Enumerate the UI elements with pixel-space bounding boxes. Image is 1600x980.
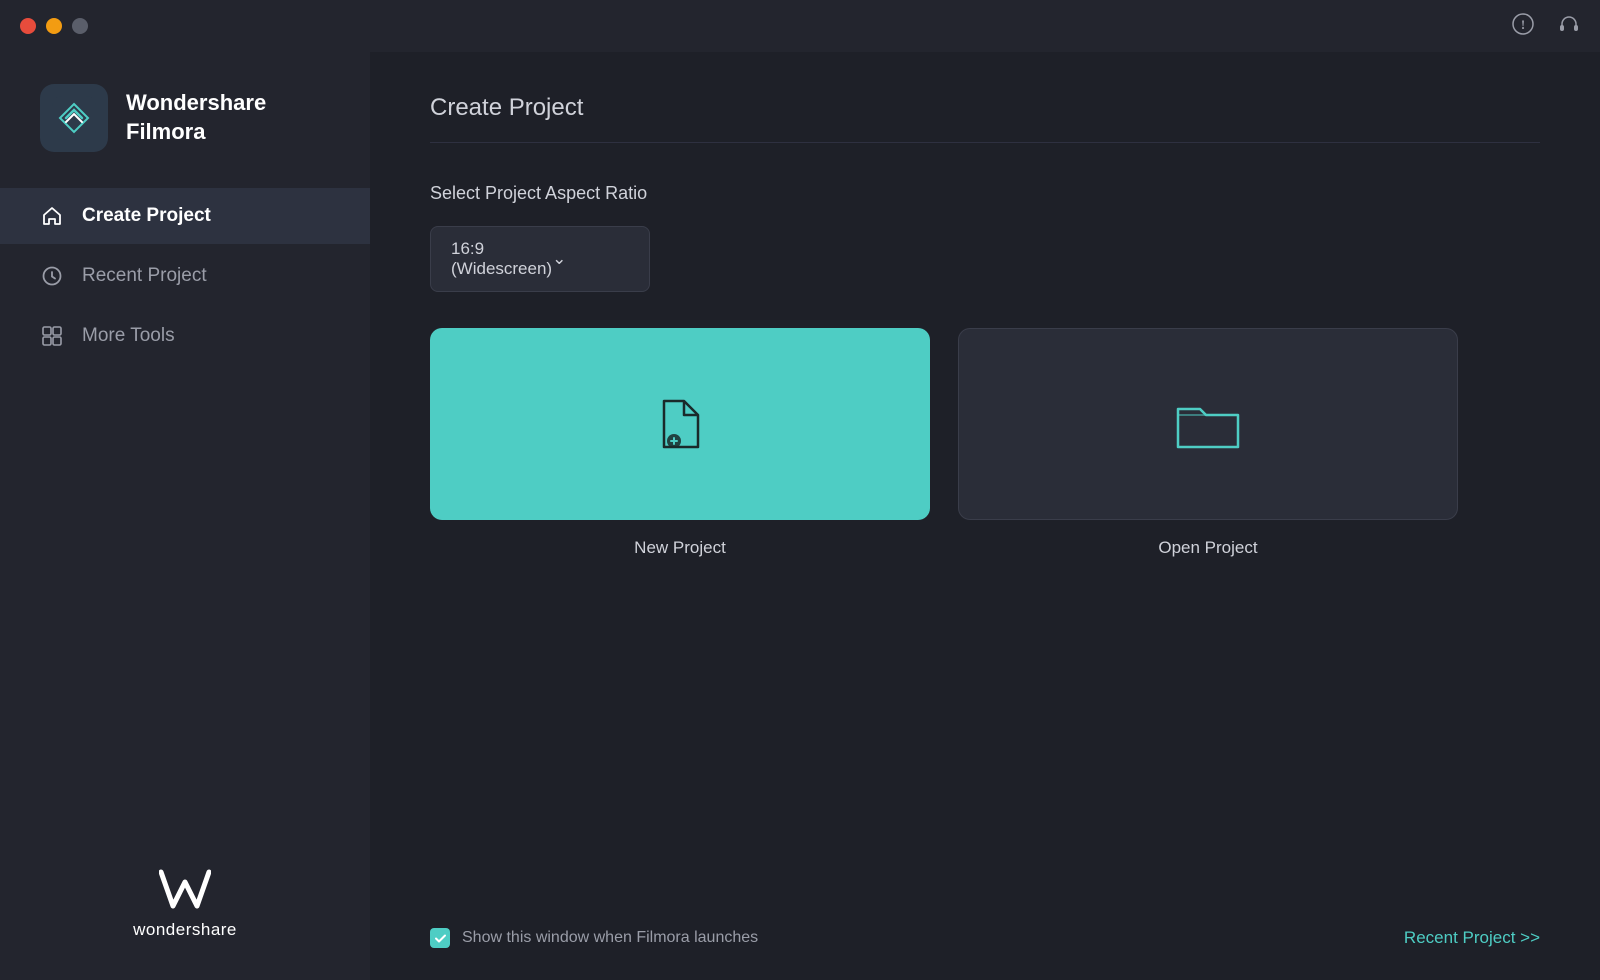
checkbox-row: Show this window when Filmora launches: [430, 928, 758, 948]
wondershare-brand-text: wondershare: [133, 920, 237, 940]
section-label: Select Project Aspect Ratio: [430, 183, 1540, 204]
recent-project-link[interactable]: Recent Project >>: [1404, 928, 1540, 948]
info-icon[interactable]: !: [1512, 13, 1534, 40]
main-content: Create Project Select Project Aspect Rat…: [370, 52, 1600, 980]
show-window-checkbox[interactable]: [430, 928, 450, 948]
sidebar-item-recent-project[interactable]: Recent Project: [0, 248, 370, 304]
checkbox-label: Show this window when Filmora launches: [462, 929, 758, 947]
recent-project-label: Recent Project: [82, 265, 207, 287]
sidebar-nav: Create Project Recent Project: [0, 188, 370, 364]
sidebar-item-more-tools[interactable]: More Tools: [0, 308, 370, 364]
open-project-card[interactable]: Open Project: [958, 328, 1458, 558]
main-layout: Wondershare Filmora Create Project: [0, 52, 1600, 980]
open-project-label: Open Project: [1158, 538, 1257, 558]
new-file-icon: [654, 395, 706, 453]
sidebar-item-create-project[interactable]: Create Project: [0, 188, 370, 244]
page-title: Create Project: [430, 94, 1540, 122]
clock-icon: [40, 264, 64, 288]
titlebar: !: [0, 0, 1600, 52]
new-project-card[interactable]: New Project: [430, 328, 930, 558]
sidebar-footer: wondershare: [0, 828, 370, 980]
bottom-bar: Show this window when Filmora launches R…: [370, 928, 1600, 980]
sidebar-logo: Wondershare Filmora: [0, 52, 370, 188]
home-icon: [40, 204, 64, 228]
aspect-ratio-dropdown[interactable]: 16:9 (Widescreen) ⌄: [430, 226, 650, 292]
chevron-down-icon: ⌄: [552, 249, 629, 269]
close-button[interactable]: [20, 18, 36, 34]
window-controls: [20, 18, 88, 34]
content-header: Create Project: [370, 52, 1600, 143]
create-project-label: Create Project: [82, 205, 211, 227]
open-project-box: [958, 328, 1458, 520]
content-body: Select Project Aspect Ratio 16:9 (Widesc…: [370, 143, 1600, 928]
headphone-icon[interactable]: [1558, 13, 1580, 40]
new-project-label: New Project: [634, 538, 726, 558]
wondershare-logo: wondershare: [133, 868, 237, 940]
folder-icon: [1174, 395, 1242, 453]
svg-text:!: !: [1521, 17, 1525, 32]
wondershare-w-icon: [159, 868, 211, 912]
app-logo-icon: [40, 84, 108, 152]
project-cards: New Project Open Project: [430, 328, 1540, 558]
new-project-box: [430, 328, 930, 520]
minimize-button[interactable]: [46, 18, 62, 34]
checkmark-icon: [434, 932, 447, 945]
grid-icon: [40, 324, 64, 348]
more-tools-label: More Tools: [82, 325, 175, 347]
maximize-button[interactable]: [72, 18, 88, 34]
aspect-ratio-value: 16:9 (Widescreen): [451, 239, 552, 279]
app-name: Wondershare Filmora: [126, 89, 266, 146]
sidebar: Wondershare Filmora Create Project: [0, 52, 370, 980]
titlebar-right: !: [1512, 13, 1580, 40]
